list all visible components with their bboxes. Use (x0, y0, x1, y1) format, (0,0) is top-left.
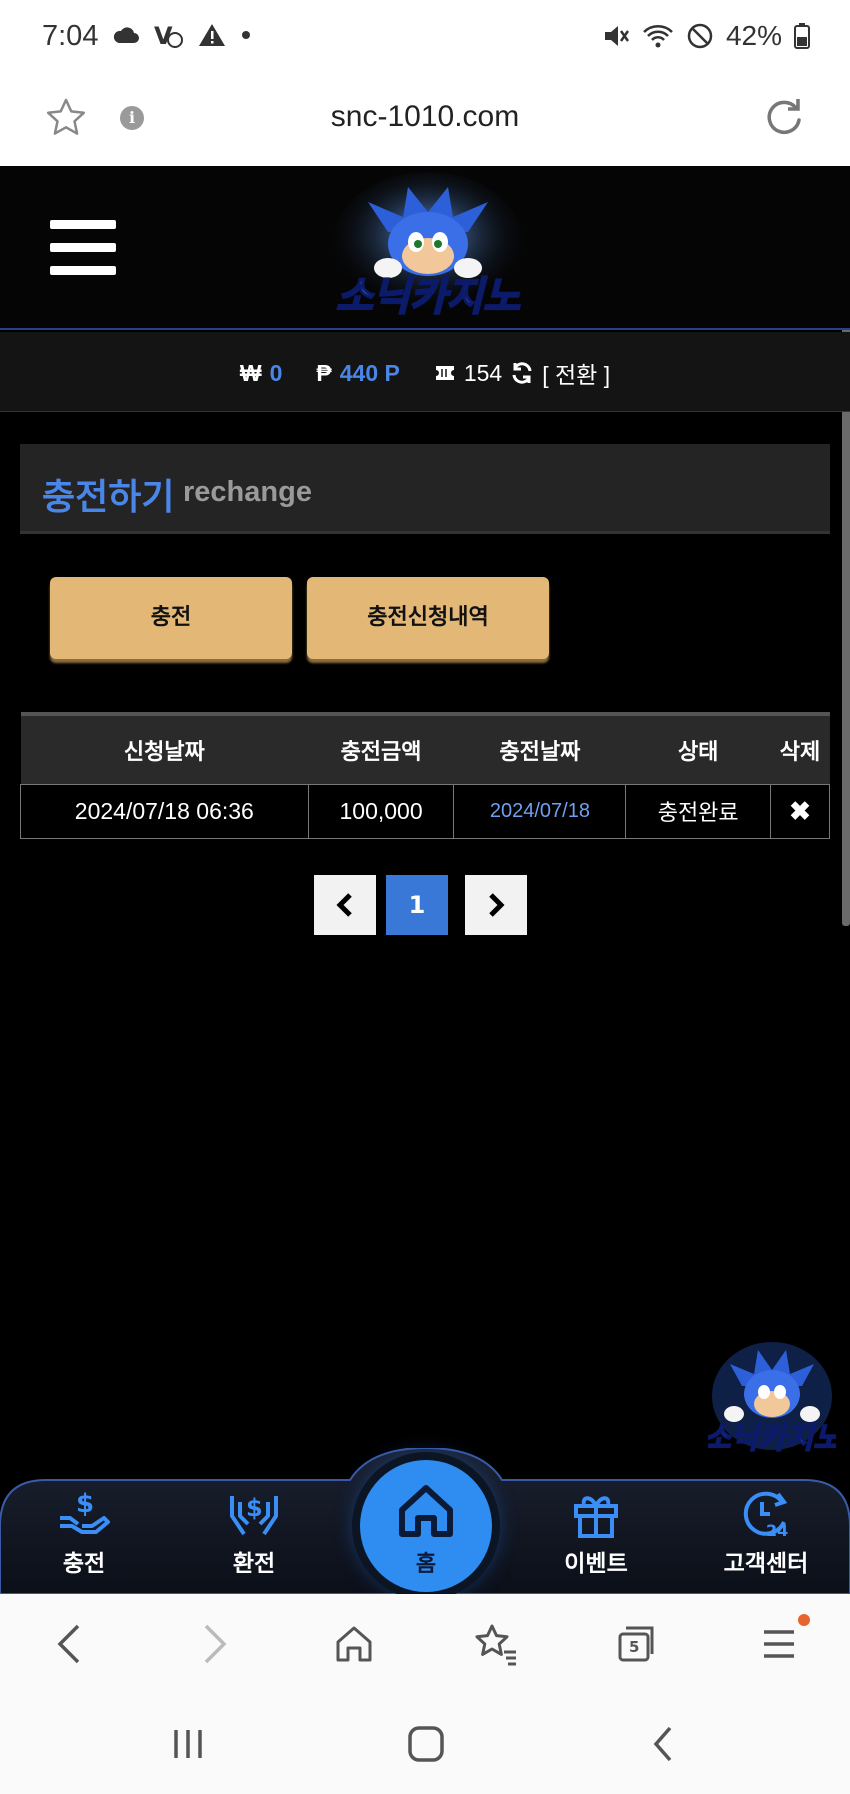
table-header-row: 신청날짜 충전금액 충전날짜 상태 삭제 (20, 712, 830, 784)
cell-amount: 100,000 (307, 783, 455, 839)
balance-bar: ₩ 0 ₱ 440 P 154 [ 전환 ] (0, 332, 850, 412)
svg-text:$: $ (76, 1489, 94, 1519)
block-icon (687, 23, 713, 49)
header-request-date: 신청날짜 (20, 712, 309, 784)
point-balance: 440 P (339, 359, 400, 386)
browser-home-icon[interactable] (334, 1622, 374, 1666)
warning-icon (199, 24, 225, 46)
back-arrow-icon[interactable] (54, 1622, 84, 1666)
pager-prev-button[interactable] (314, 875, 376, 935)
status-bar: 7:04 V 42% (0, 0, 850, 80)
menu-icon[interactable] (760, 1622, 798, 1666)
tabs-count: 5 (629, 1638, 640, 1656)
call-icon: V (154, 22, 183, 48)
nav-event[interactable]: 이벤트 (536, 1488, 656, 1578)
home-button-icon[interactable] (406, 1724, 446, 1764)
cell-status: 충전완료 (625, 783, 772, 839)
header-amount: 충전금액 (308, 712, 454, 784)
status-right: 42% (602, 20, 810, 52)
support-24-icon: 24 (743, 1491, 788, 1540)
switch-button[interactable]: [ 전환 ] (542, 356, 610, 390)
reload-icon[interactable] (762, 96, 806, 140)
header-delete: 삭제 (770, 712, 830, 784)
coupon-count: 154 (463, 359, 503, 386)
wifi-icon (643, 25, 673, 48)
pager-page-1[interactable]: 1 (386, 875, 448, 935)
refresh-icon[interactable] (510, 361, 534, 385)
nav-support-label: 고객센터 (723, 1551, 809, 1577)
browser-toolbar: 5 (0, 1594, 850, 1698)
nav-exchange[interactable]: $ 환전 (194, 1488, 314, 1578)
header-status: 상태 (625, 712, 771, 784)
table-row: 2024/07/18 06:36 100,000 2024/07/18 충전완료… (20, 783, 830, 839)
nav-home-label: 홈 (415, 1552, 437, 1577)
nav-home-button[interactable]: 홈 (360, 1460, 492, 1592)
chevron-right-icon (489, 893, 505, 917)
dot-icon (242, 31, 250, 39)
withdraw-icon: $ (230, 1494, 278, 1536)
section-title: 충전하기 rechange (20, 444, 830, 534)
nav-charge-label: 충전 (62, 1551, 106, 1577)
cell-request-date: 2024/07/18 06:36 (20, 783, 309, 839)
svg-text:24: 24 (766, 1521, 788, 1540)
home-icon (399, 1485, 453, 1537)
forward-arrow-icon[interactable] (200, 1622, 230, 1666)
cell-charge-date: 2024/07/18 (453, 783, 627, 839)
deposit-icon: $ (60, 1489, 110, 1534)
pager-next-button[interactable] (465, 875, 527, 935)
header-charge-date: 충전날짜 (453, 712, 626, 784)
coupon-icon (435, 366, 454, 380)
menu-hamburger-icon[interactable] (50, 220, 116, 276)
nav-charge[interactable]: $ 충전 (24, 1488, 144, 1578)
charge-history-button[interactable]: 충전신청내역 (307, 577, 549, 659)
won-symbol: ₩ (239, 359, 262, 386)
point-symbol: ₱ (316, 359, 332, 386)
system-nav-bar (0, 1698, 850, 1794)
battery-icon (794, 23, 810, 49)
svg-text:$: $ (246, 1494, 263, 1522)
site-header: 소닉카지노 (0, 166, 850, 330)
section-title-ko: 충전하기 (42, 477, 175, 518)
browser-url-bar: i snc-1010.com (0, 80, 850, 166)
system-back-icon[interactable] (648, 1724, 678, 1764)
close-icon[interactable]: ✖ (789, 796, 811, 826)
page-content: 소닉카지노 ₩ 0 ₱ 440 P 154 [ 전환 ] 충전하기 rechan… (0, 166, 850, 1594)
charge-button[interactable]: 충전 (50, 577, 292, 659)
section-title-en: rechange (183, 476, 312, 508)
mute-icon (604, 26, 629, 46)
cloud-icon (113, 27, 139, 43)
battery-percent: 42% (725, 20, 782, 51)
site-logo[interactable]: 소닉카지노 (318, 172, 538, 322)
svg-text:소닉카지노: 소닉카지노 (336, 274, 520, 320)
won-balance: 0 (269, 359, 283, 386)
url-text[interactable]: snc-1010.com (0, 100, 850, 134)
gift-icon (574, 1496, 618, 1538)
nav-event-label: 이벤트 (564, 1551, 628, 1577)
notification-dot (798, 1614, 810, 1626)
nav-support[interactable]: 24 고객센터 (706, 1488, 826, 1578)
charge-history-table: 신청날짜 충전금액 충전날짜 상태 삭제 2024/07/18 06:36 10… (20, 712, 830, 839)
floating-logo-button[interactable]: 소닉카지노 (708, 1338, 836, 1458)
chevron-left-icon (336, 893, 352, 917)
status-time: 7:04 (42, 20, 99, 52)
status-left-icons: V (112, 22, 252, 48)
tabs-button[interactable]: 5 (616, 1624, 658, 1668)
bookmarks-icon[interactable] (474, 1622, 518, 1666)
delete-button[interactable]: ✖ (770, 783, 830, 839)
recent-apps-icon[interactable] (170, 1726, 206, 1762)
nav-exchange-label: 환전 (232, 1551, 276, 1577)
